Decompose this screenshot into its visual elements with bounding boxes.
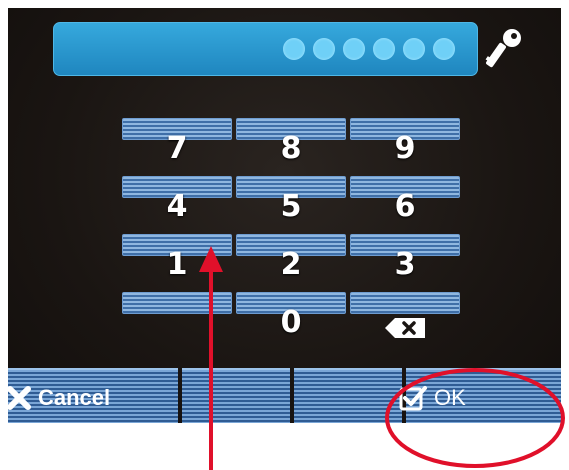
cancel-label: Cancel [38, 385, 111, 410]
key-blank[interactable] [122, 292, 232, 342]
password-dot [313, 38, 335, 60]
key-7[interactable]: 7 [122, 118, 232, 168]
checkbox-icon [399, 386, 427, 411]
key-4[interactable]: 4 [122, 176, 232, 226]
key-icon [485, 29, 521, 68]
key-label: 1 [166, 247, 188, 282]
key-9[interactable]: 9 [350, 118, 460, 168]
key-backspace[interactable] [350, 292, 460, 342]
key-0[interactable]: 0 [236, 292, 346, 342]
password-dots [283, 23, 455, 75]
cancel-button[interactable]: Cancel [6, 378, 110, 418]
key-label: 2 [280, 247, 302, 282]
ok-button[interactable]: OK [398, 378, 466, 418]
key-2[interactable]: 2 [236, 234, 346, 284]
device-screen: 7 8 9 4 5 6 1 2 3 0 [8, 8, 561, 423]
backspace-icon [385, 318, 425, 338]
password-dot [283, 38, 305, 60]
key-label: 4 [166, 189, 188, 224]
key-label: 0 [280, 305, 302, 340]
close-icon [7, 386, 31, 410]
key-label: 7 [166, 131, 188, 166]
softkey-2[interactable] [182, 368, 290, 423]
key-label: 8 [280, 131, 302, 166]
key-6[interactable]: 6 [350, 176, 460, 226]
password-dot [403, 38, 425, 60]
key-label: 5 [280, 189, 302, 224]
key-label: 6 [394, 189, 416, 224]
key-8[interactable]: 8 [236, 118, 346, 168]
ok-label: OK [434, 385, 466, 410]
softkey-3[interactable] [294, 368, 402, 423]
password-dot [343, 38, 365, 60]
password-field[interactable] [53, 22, 478, 76]
password-dot [373, 38, 395, 60]
key-1[interactable]: 1 [122, 234, 232, 284]
key-label: 9 [394, 131, 416, 166]
password-dot [433, 38, 455, 60]
key-3[interactable]: 3 [350, 234, 460, 284]
key-5[interactable]: 5 [236, 176, 346, 226]
key-label: 3 [394, 247, 416, 282]
